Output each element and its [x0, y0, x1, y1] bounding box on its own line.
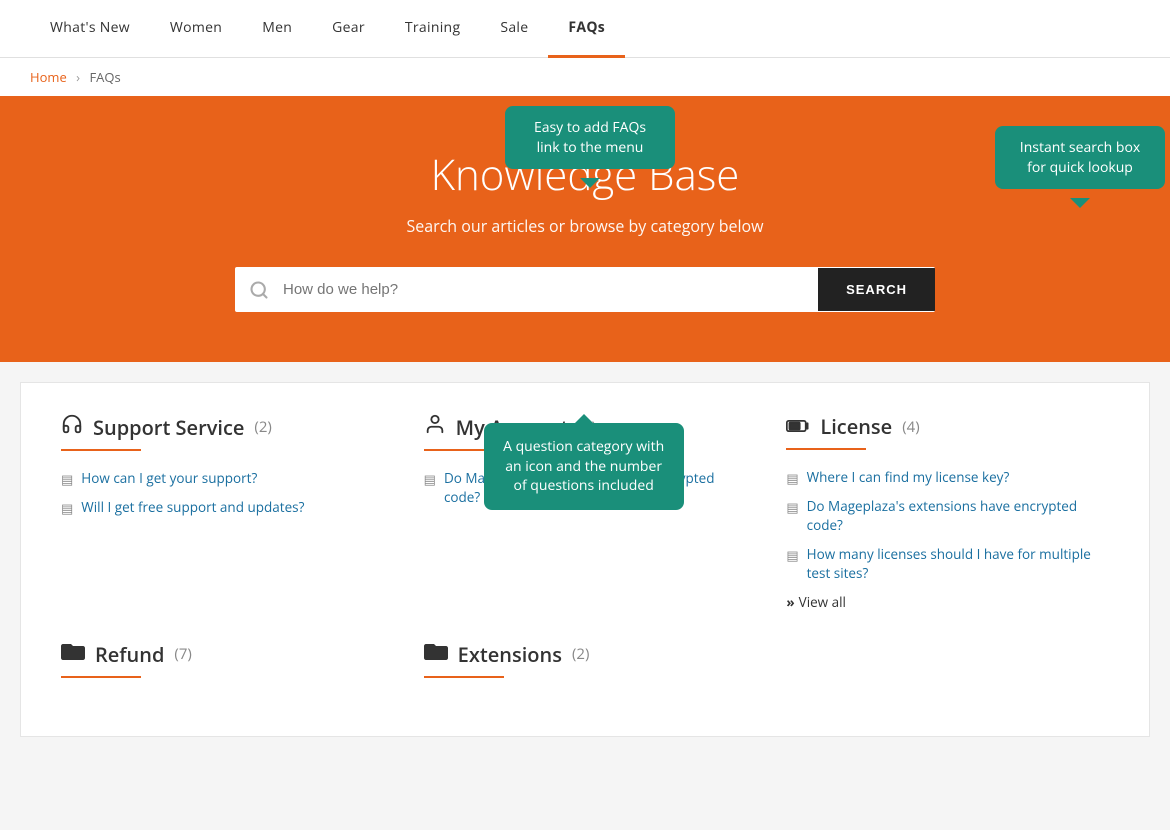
category-support-divider	[61, 449, 141, 451]
top-navigation: What's New Women Men Gear Training Sale …	[0, 0, 1170, 58]
faq-item: ▤ How many licenses should I have for mu…	[786, 545, 1109, 583]
category-license-title: License (4)	[786, 413, 1109, 440]
nav-list: What's New Women Men Gear Training Sale …	[30, 0, 625, 58]
search-input[interactable]	[283, 267, 818, 312]
category-support-count: (2)	[254, 417, 271, 437]
nav-item-training[interactable]: Training	[385, 0, 480, 58]
nav-item-gear[interactable]: Gear	[312, 0, 385, 58]
nav-link-training[interactable]: Training	[385, 0, 480, 55]
nav-item-whats-new[interactable]: What's New	[30, 0, 150, 58]
category-extensions-label: Extensions	[458, 641, 562, 668]
faq-link[interactable]: How can I get your support?	[81, 469, 257, 488]
main-content: Support Service (2) ▤ How can I get your…	[20, 382, 1150, 737]
hero-banner: Easy to add FAQs link to the menu Instan…	[0, 96, 1170, 362]
breadcrumb-current: FAQs	[89, 68, 120, 86]
nav-item-sale[interactable]: Sale	[480, 0, 548, 58]
nav-link-men[interactable]: Men	[242, 0, 312, 55]
category-extensions-title: Extensions (2)	[424, 641, 747, 668]
nav-item-faqs[interactable]: FAQs	[548, 0, 625, 58]
breadcrumb-home-link[interactable]: Home	[30, 68, 67, 86]
search-bar: SEARCH	[235, 267, 935, 312]
category-extensions-divider	[424, 676, 504, 678]
category-refund-title: Refund (7)	[61, 641, 384, 668]
search-icon	[235, 280, 283, 300]
faq-link[interactable]: Where I can find my license key?	[807, 468, 1010, 487]
faq-item: ▤ Will I get free support and updates?	[61, 498, 384, 517]
faq-item: ▤ Do Mageplaza's extensions have encrypt…	[786, 497, 1109, 535]
nav-link-women[interactable]: Women	[150, 0, 242, 55]
doc-icon: ▤	[424, 470, 436, 488]
view-all-link[interactable]: » View all	[786, 593, 1109, 611]
nav-link-gear[interactable]: Gear	[312, 0, 385, 55]
category-support-service: Support Service (2) ▤ How can I get your…	[61, 413, 384, 611]
category-extensions: Extensions (2)	[424, 641, 747, 696]
doc-icon: ▤	[61, 499, 73, 517]
breadcrumb: Home › FAQs	[0, 58, 1170, 96]
faq-link[interactable]: How many licenses should I have for mult…	[807, 545, 1109, 583]
nav-link-sale[interactable]: Sale	[480, 0, 548, 55]
doc-icon: ▤	[786, 469, 798, 487]
categories-grid: Support Service (2) ▤ How can I get your…	[61, 413, 1109, 611]
nav-item-women[interactable]: Women	[150, 0, 242, 58]
category-refund: Refund (7)	[61, 641, 384, 696]
category-support-title: Support Service (2)	[61, 413, 384, 441]
tooltip-menu-bubble: Easy to add FAQs link to the menu	[505, 106, 675, 169]
category-refund-count: (7)	[174, 644, 191, 664]
category-my-account: My Account (1) ▤ Do Mageplaza's extensio…	[424, 413, 747, 611]
view-all-label: View all	[799, 593, 846, 611]
hero-subtitle: Search our articles or browse by categor…	[30, 215, 1140, 237]
doc-icon: ▤	[786, 546, 798, 564]
search-button[interactable]: SEARCH	[818, 268, 935, 311]
category-refund-divider	[61, 676, 141, 678]
folder-icon-refund	[61, 641, 85, 668]
category-refund-label: Refund	[95, 641, 164, 668]
nav-item-men[interactable]: Men	[242, 0, 312, 58]
faq-link[interactable]: Will I get free support and updates?	[81, 498, 304, 517]
category-license-divider	[786, 448, 866, 450]
nav-link-faqs[interactable]: FAQs	[548, 0, 625, 58]
battery-icon	[786, 413, 810, 440]
faq-item: ▤ Where I can find my license key?	[786, 468, 1109, 487]
folder-icon-extensions	[424, 641, 448, 668]
category-license-count: (4)	[902, 417, 919, 437]
bottom-categories: Refund (7) Extensions (2)	[61, 641, 1109, 696]
doc-icon: ▤	[61, 470, 73, 488]
doc-icon: ▤	[786, 498, 798, 516]
breadcrumb-separator: ›	[76, 68, 80, 86]
faq-item: ▤ How can I get your support?	[61, 469, 384, 488]
user-icon	[424, 413, 446, 441]
tooltip-category-bubble: A question category with an icon and the…	[484, 423, 684, 510]
support-faq-list: ▤ How can I get your support? ▤ Will I g…	[61, 469, 384, 517]
category-support-label: Support Service	[93, 414, 244, 441]
category-extensions-count: (2)	[572, 644, 589, 664]
tooltip-search-bubble: Instant search box for quick lookup	[995, 126, 1165, 189]
chevrons-icon: »	[786, 593, 794, 611]
nav-link-whats-new[interactable]: What's New	[30, 0, 150, 55]
headphones-icon	[61, 413, 83, 441]
faq-link[interactable]: Do Mageplaza's extensions have encrypted…	[807, 497, 1109, 535]
category-license: License (4) ▤ Where I can find my licens…	[786, 413, 1109, 611]
category-license-label: License	[820, 413, 892, 440]
license-faq-list: ▤ Where I can find my license key? ▤ Do …	[786, 468, 1109, 583]
